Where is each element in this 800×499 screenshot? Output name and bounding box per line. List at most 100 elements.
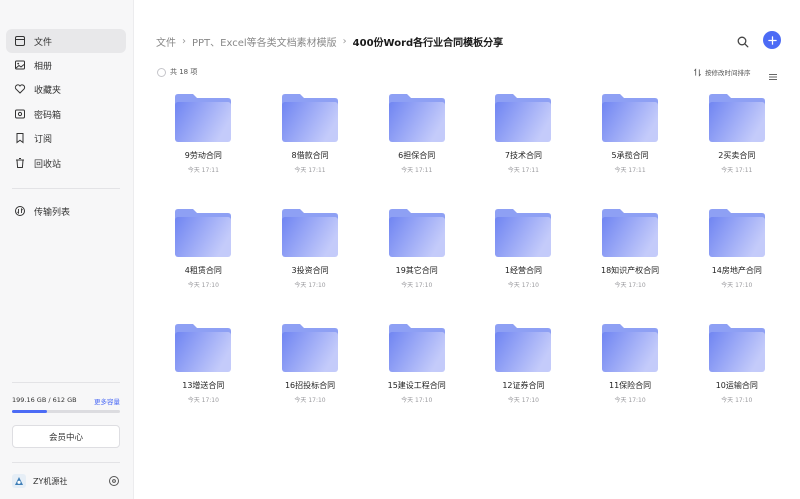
folder-name: 19其它合同	[395, 266, 438, 275]
folder-name: 3投资合同	[291, 266, 329, 275]
breadcrumb-parent[interactable]: PPT、Excel等各类文档素材模版	[192, 34, 337, 49]
folder-item[interactable]: 8借款合同 今天 17:11	[257, 88, 364, 203]
transfer-icon	[14, 205, 26, 217]
sort-icon	[694, 67, 701, 77]
file-grid: 9劳动合同 今天 17:11 8借款合同 今天 17:11 6担保合同 今天 1…	[150, 88, 790, 433]
sidebar-item-trash[interactable]: 回收站	[6, 151, 126, 175]
sort-button[interactable]: 按修改时间排序	[693, 67, 751, 77]
folder-name: 12证券合同	[502, 381, 545, 390]
sidebar-item-label: 订阅	[34, 134, 53, 145]
upgrade-storage-link[interactable]: 更多容量	[94, 396, 120, 406]
folder-date: 今天 17:10	[294, 397, 326, 404]
settings-icon[interactable]	[108, 475, 120, 487]
add-button[interactable]	[763, 31, 781, 49]
folder-name: 10运输合同	[715, 381, 758, 390]
folder-date: 今天 17:11	[614, 167, 646, 174]
folder-name: 6担保合同	[398, 151, 436, 160]
folder-item[interactable]: 16招投标合同 今天 17:10	[257, 318, 364, 433]
folder-icon	[602, 209, 659, 257]
folder-date: 今天 17:11	[401, 167, 433, 174]
search-icon[interactable]	[736, 34, 750, 48]
folder-name: 14房地产合同	[711, 266, 762, 275]
folder-item[interactable]: 1经营合同 今天 17:10	[470, 203, 577, 318]
storage-info: 199.16 GB / 612 GB 更多容量	[12, 396, 120, 406]
folder-item[interactable]: 10运输合同 今天 17:10	[683, 318, 790, 433]
folder-item[interactable]: 18知识产权合同 今天 17:10	[577, 203, 684, 318]
folder-name: 7技术合同	[504, 151, 542, 160]
folder-date: 今天 17:10	[614, 397, 646, 404]
folder-icon	[175, 209, 232, 257]
folder-icon	[602, 94, 659, 142]
sidebar-divider	[12, 382, 120, 383]
chevron-right-icon: ›	[182, 35, 186, 47]
folder-icon	[282, 209, 339, 257]
folder-name: 5承揽合同	[611, 151, 649, 160]
folder-icon	[495, 324, 552, 372]
folder-name: 4租赁合同	[184, 266, 222, 275]
vault-icon	[14, 108, 26, 120]
sidebar-item-files[interactable]: 文件	[6, 29, 126, 53]
folder-item[interactable]: 15建设工程合同 今天 17:10	[363, 318, 470, 433]
item-count: 共 18 项	[170, 68, 198, 76]
list-view-icon[interactable]	[768, 67, 778, 80]
folder-name: 1经营合同	[504, 266, 542, 275]
plus-icon	[767, 35, 777, 45]
storage-progress-fill	[12, 410, 48, 413]
folder-date: 今天 17:10	[614, 282, 646, 289]
sidebar-item-favorites[interactable]: 收藏夹	[6, 77, 126, 101]
avatar[interactable]	[12, 474, 26, 488]
folder-date: 今天 17:11	[507, 167, 539, 174]
sidebar-item-vault[interactable]: 密码箱	[6, 102, 126, 126]
sidebar-item-subscriptions[interactable]: 订阅	[6, 126, 126, 150]
folder-item[interactable]: 12证券合同 今天 17:10	[470, 318, 577, 433]
folder-icon	[175, 94, 232, 142]
folder-date: 今天 17:10	[187, 397, 219, 404]
folder-item[interactable]: 3投资合同 今天 17:10	[257, 203, 364, 318]
folder-date: 今天 17:10	[721, 397, 753, 404]
folder-date: 今天 17:10	[401, 397, 433, 404]
sidebar-item-photos[interactable]: 相册	[6, 53, 126, 77]
folder-name: 2买卖合同	[718, 151, 756, 160]
sidebar-item-transfers[interactable]: 传输列表	[6, 199, 126, 223]
folder-icon	[282, 94, 339, 142]
storage-used-text: 199.16 GB / 612 GB	[12, 396, 77, 404]
sidebar-item-label: 传输列表	[34, 207, 71, 218]
folder-item[interactable]: 19其它合同 今天 17:10	[363, 203, 470, 318]
heart-icon	[14, 83, 26, 95]
folder-date: 今天 17:10	[507, 397, 539, 404]
user-name[interactable]: ZY机源社	[33, 476, 108, 487]
folder-item[interactable]: 11保险合同 今天 17:10	[577, 318, 684, 433]
folder-icon	[282, 324, 339, 372]
folder-item[interactable]: 6担保合同 今天 17:11	[363, 88, 470, 203]
sidebar-divider	[12, 462, 120, 463]
folder-icon	[708, 94, 765, 142]
breadcrumb-current: 400份Word各行业合同模板分享	[352, 37, 504, 49]
breadcrumb-root[interactable]: 文件	[156, 34, 176, 49]
bookmark-icon	[14, 132, 26, 144]
sidebar-item-label: 文件	[34, 37, 53, 48]
folder-item[interactable]: 5承揽合同 今天 17:11	[577, 88, 684, 203]
folder-name: 16招投标合同	[284, 381, 336, 390]
sidebar-item-label: 回收站	[34, 159, 62, 170]
folder-item[interactable]: 2买卖合同 今天 17:11	[683, 88, 790, 203]
folder-date: 今天 17:10	[294, 282, 326, 289]
folder-icon	[708, 209, 765, 257]
vip-center-button[interactable]: 会员中心	[12, 425, 120, 448]
storage-progress-bar	[12, 410, 120, 413]
sidebar-item-label: 收藏夹	[34, 85, 62, 96]
folder-icon	[175, 324, 232, 372]
folder-item[interactable]: 7技术合同 今天 17:11	[470, 88, 577, 203]
folder-icon	[495, 209, 552, 257]
trash-icon	[14, 157, 26, 169]
folder-item[interactable]: 14房地产合同 今天 17:10	[683, 203, 790, 318]
folder-date: 今天 17:10	[401, 282, 433, 289]
folder-icon	[388, 94, 445, 142]
photo-icon	[14, 59, 26, 71]
select-all-checkbox[interactable]	[157, 68, 166, 77]
folder-item[interactable]: 9劳动合同 今天 17:11	[150, 88, 257, 203]
folder-item[interactable]: 4租赁合同 今天 17:10	[150, 203, 257, 318]
folder-item[interactable]: 13增送合同 今天 17:10	[150, 318, 257, 433]
folder-icon	[602, 324, 659, 372]
file-icon	[14, 35, 26, 47]
folder-icon	[388, 209, 445, 257]
